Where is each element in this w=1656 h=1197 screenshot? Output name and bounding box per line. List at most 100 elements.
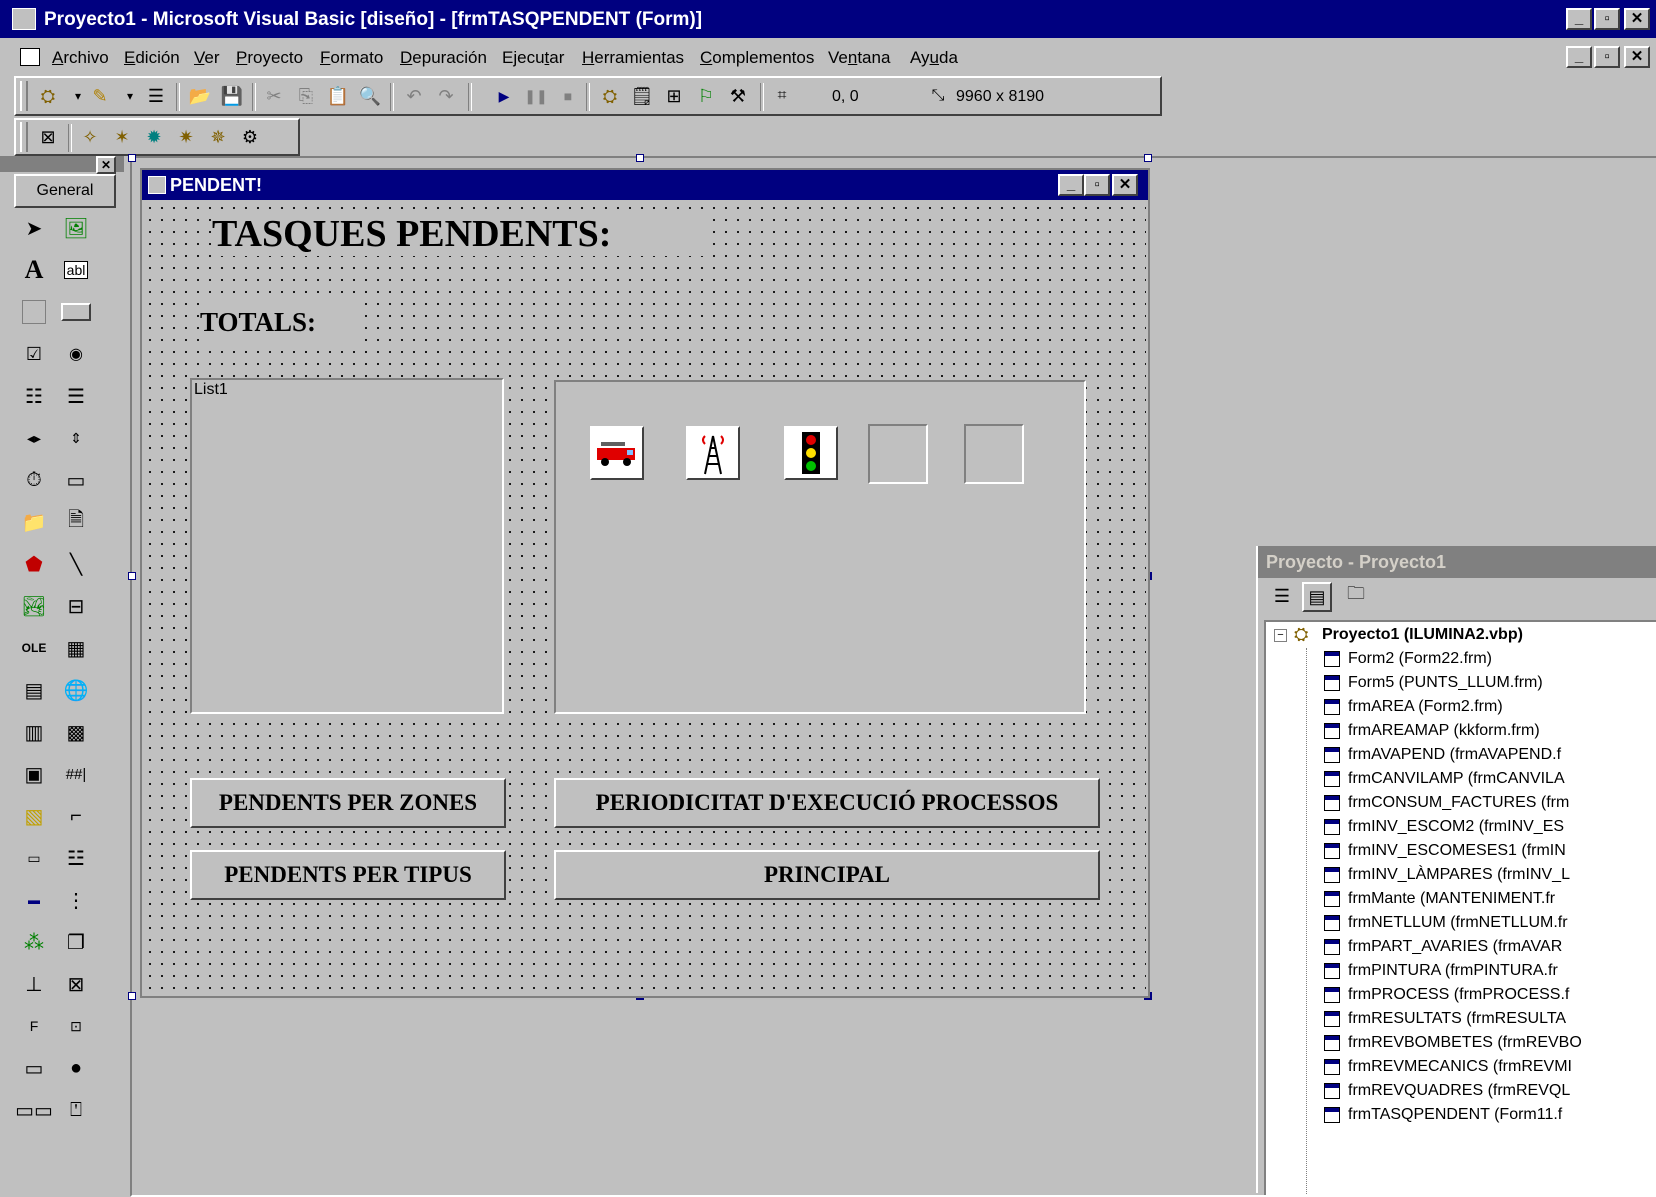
form-title-bar[interactable]: PENDENT! _ ▫ ✕ xyxy=(142,170,1148,200)
line-tool-icon[interactable]: ╲ xyxy=(58,546,94,582)
addin-wizard-icon[interactable]: ✧ xyxy=(76,123,104,151)
view-code-icon[interactable]: ☰ xyxy=(1268,582,1296,610)
frame-tool-icon[interactable] xyxy=(16,294,52,330)
animation-tool-icon[interactable]: ▭ xyxy=(16,1050,52,1086)
updown-tool-icon[interactable]: ⊡ xyxy=(58,1008,94,1044)
properties-window-icon[interactable]: 🗒 xyxy=(628,82,656,110)
icons-frame[interactable] xyxy=(554,380,1086,714)
shape-tool-icon[interactable]: ⬟ xyxy=(16,546,52,582)
maximize-button[interactable]: ▫ xyxy=(1594,8,1620,30)
dirlistbox-tool-icon[interactable]: 📁 xyxy=(16,504,52,540)
addin-manager-icon[interactable]: ⚙ xyxy=(236,123,264,151)
paste-icon[interactable]: 📋 xyxy=(324,82,352,110)
grid-tool-icon[interactable]: ▦ xyxy=(58,630,94,666)
save-icon[interactable]: 💾 xyxy=(218,82,246,110)
menu-ayuda[interactable]: Ayuda xyxy=(910,48,958,68)
picturebox-tool-icon[interactable]: 🖼 xyxy=(58,210,94,246)
hierflexgrid-tool-icon[interactable]: ▧ xyxy=(16,798,52,834)
data-tool-icon[interactable]: ⊟ xyxy=(58,588,94,624)
radio-tower-icon[interactable] xyxy=(686,426,740,480)
add-project-icon[interactable]: ⛭ xyxy=(34,82,62,110)
empty-image-box[interactable] xyxy=(964,424,1024,484)
ole-tool-icon[interactable]: OLE xyxy=(16,630,52,666)
window-title-bar[interactable]: Proyecto1 - Microsoft Visual Basic [dise… xyxy=(0,0,1656,38)
pendents-per-zones-button[interactable]: PENDENTS PER ZONES xyxy=(190,778,506,828)
textbox-tool-icon[interactable]: abl xyxy=(58,252,94,288)
label-tool-icon[interactable]: A xyxy=(16,252,52,288)
child-window-icon[interactable] xyxy=(20,48,40,66)
principal-button[interactable]: PRINCIPAL xyxy=(554,850,1100,900)
statusbar-tool-icon[interactable]: ☳ xyxy=(58,840,94,876)
treeview-tool-icon[interactable]: ⋮ xyxy=(58,882,94,918)
form-close-button[interactable]: ✕ xyxy=(1112,174,1138,196)
menu-complementos[interactable]: Complementos xyxy=(700,48,814,68)
menu-ejecutar[interactable]: Ejecutar xyxy=(502,48,564,68)
form-minimize-button[interactable]: _ xyxy=(1058,174,1084,196)
form-client-area[interactable]: TASQUES PENDENTS: TOTALS: List1 PENDENTS… xyxy=(144,202,1146,994)
checkbox-tool-icon[interactable]: ☑ xyxy=(16,336,52,372)
image-tool-icon[interactable]: 🏞 xyxy=(16,588,52,624)
cut-icon[interactable]: ✂ xyxy=(260,82,288,110)
menu-edicion[interactable]: Edición xyxy=(124,48,180,68)
close-button[interactable]: ✕ xyxy=(1624,8,1650,30)
menu-archivo[interactable]: Archivo xyxy=(52,48,109,68)
stop-icon[interactable]: ■ xyxy=(554,82,582,110)
maskedit-tool-icon[interactable]: ##| xyxy=(58,756,94,792)
dropdown-arrow-icon[interactable]: ▾ xyxy=(116,82,144,110)
progressbar-tool-icon[interactable]: ▬ xyxy=(16,882,52,918)
empty-image-box[interactable] xyxy=(868,424,928,484)
form-window[interactable]: PENDENT! _ ▫ ✕ TASQUES PENDENTS: TOTALS:… xyxy=(140,168,1150,998)
toggle-folders-icon[interactable]: 🗀 xyxy=(1342,582,1370,610)
view-object-icon[interactable]: ▤ xyxy=(1302,582,1332,612)
listbox-tool-icon[interactable]: ☰ xyxy=(58,378,94,414)
globe-tool-icon[interactable]: 🌐 xyxy=(58,672,94,708)
optionbutton-tool-icon[interactable]: ◉ xyxy=(58,336,94,372)
fire-truck-icon[interactable] xyxy=(590,426,644,480)
project-explorer-icon[interactable]: ⛭ xyxy=(596,82,624,110)
toolbox-tab-general[interactable]: General xyxy=(14,174,116,208)
datetimepicker-tool-icon[interactable]: ⍞ xyxy=(58,1092,94,1128)
start-icon[interactable]: ▶ xyxy=(490,82,518,110)
drivelistbox-tool-icon[interactable]: ▭ xyxy=(58,462,94,498)
form-layout-icon[interactable]: ⊞ xyxy=(660,82,688,110)
periodicitat-button[interactable]: PERIODICITAT D'EXECUCIÓ PROCESSOS xyxy=(554,778,1100,828)
list1-listbox[interactable]: List1 xyxy=(190,378,504,714)
menu-proyecto[interactable]: Proyecto xyxy=(236,48,303,68)
child-minimize-button[interactable]: _ xyxy=(1566,46,1592,68)
addin-class-icon[interactable]: ✷ xyxy=(172,123,200,151)
form-maximize-button[interactable]: ▫ xyxy=(1084,174,1110,196)
richtext-tool-icon[interactable]: F xyxy=(16,1008,52,1044)
menu-herramientas[interactable]: Herramientas xyxy=(582,48,684,68)
pendents-per-tipus-button[interactable]: PENDENTS PER TIPUS xyxy=(190,850,506,900)
vb-app-icon[interactable] xyxy=(12,8,36,30)
add-form-icon[interactable]: ✎ xyxy=(86,82,114,110)
slider-tool-icon[interactable]: ⊥ xyxy=(16,966,52,1002)
tabstrip-tool-icon[interactable]: ⌐ xyxy=(58,798,94,834)
child-close-button[interactable]: ✕ xyxy=(1624,46,1650,68)
tree-root[interactable]: − ⛭ Proyecto1 (ILUMINA2.vbp) xyxy=(1266,624,1656,648)
imagelist-tool-icon[interactable]: ❐ xyxy=(58,924,94,960)
datagrid-tool-icon[interactable]: ▩ xyxy=(58,714,94,750)
dbgrid-tool-icon[interactable]: ▤ xyxy=(16,672,52,708)
listview-tool-icon[interactable]: ⁂ xyxy=(16,924,52,960)
project-explorer-title-bar[interactable]: Proyecto - Proyecto1 xyxy=(1258,546,1656,578)
menu-editor-icon[interactable]: ☰ xyxy=(142,82,170,110)
calendar-tool-icon[interactable]: ▥ xyxy=(16,714,52,750)
menu-depuracion[interactable]: Depuración xyxy=(400,48,487,68)
child-maximize-button[interactable]: ▫ xyxy=(1594,46,1620,68)
pause-icon[interactable]: ❚❚ xyxy=(522,82,550,110)
toolbar-grip[interactable] xyxy=(20,122,28,152)
object-browser-icon[interactable]: ⚐ xyxy=(692,82,720,110)
vscrollbar-tool-icon[interactable]: ⇕ xyxy=(58,420,94,456)
toolbar-grip[interactable] xyxy=(20,81,28,111)
pointer-tool-icon[interactable]: ➤ xyxy=(16,210,52,246)
open-folder-icon[interactable]: 📂 xyxy=(186,82,214,110)
minimize-button[interactable]: _ xyxy=(1566,8,1592,30)
find-icon[interactable]: 🔍 xyxy=(356,82,384,110)
hscrollbar-tool-icon[interactable]: ◂▸ xyxy=(16,420,52,456)
monthview-tool-icon[interactable]: ● xyxy=(58,1050,94,1086)
filelistbox-tool-icon[interactable]: 🗎 xyxy=(58,504,94,540)
addin-tool-icon[interactable]: ✶ xyxy=(108,123,136,151)
flexgrid-tool-icon[interactable]: ▣ xyxy=(16,756,52,792)
toolbox-icon[interactable]: ⚒ xyxy=(724,82,752,110)
